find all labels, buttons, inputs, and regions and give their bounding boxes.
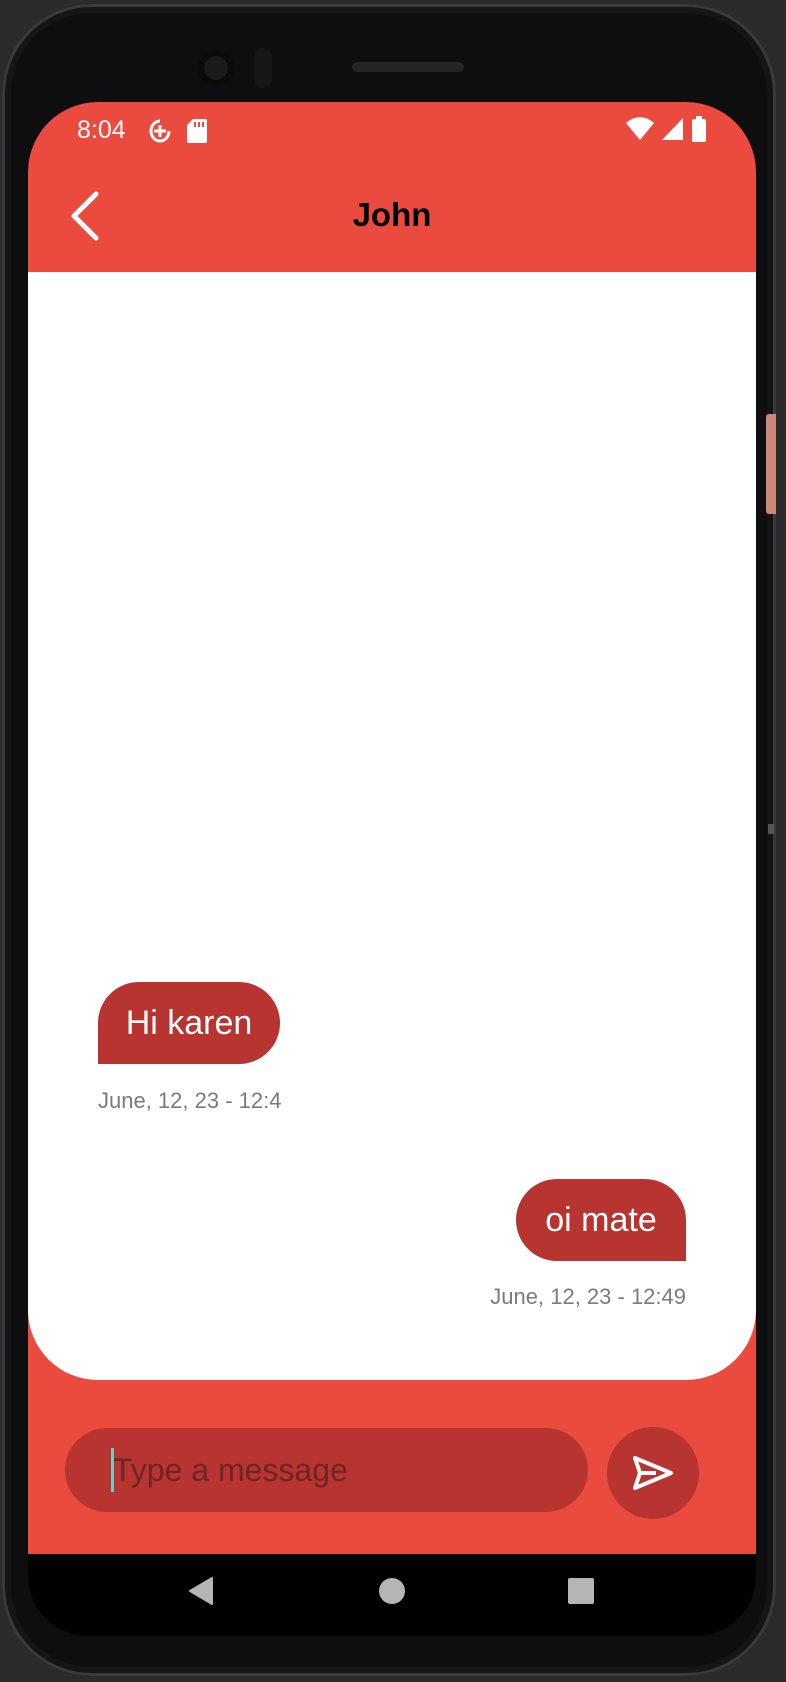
chat-app: 8:04 John Hi karen June, 12, 23 - 12:4 o… bbox=[28, 102, 756, 1554]
conversation-title: John bbox=[352, 196, 432, 233]
outgoing-message-bubble: oi mate bbox=[516, 1179, 686, 1261]
side-button bbox=[766, 414, 776, 514]
back-triangle-icon bbox=[189, 1577, 213, 1605]
screen: 8:04 John Hi karen June, 12, 23 - 12:4 o… bbox=[28, 102, 756, 1636]
cellular-signal-icon bbox=[662, 117, 684, 146]
incoming-message-timestamp: June, 12, 23 - 12:4 bbox=[98, 1088, 282, 1113]
system-nav-bar bbox=[28, 1554, 756, 1636]
nav-home-button[interactable] bbox=[378, 1576, 406, 1611]
nav-back-button[interactable] bbox=[188, 1576, 214, 1611]
text-cursor bbox=[111, 1448, 114, 1492]
incoming-message-bubble: Hi karen bbox=[98, 982, 280, 1064]
side-button-small bbox=[768, 824, 774, 834]
message-input-placeholder: Type a message bbox=[113, 1451, 348, 1488]
home-circle-icon bbox=[379, 1578, 405, 1604]
send-button[interactable] bbox=[607, 1427, 699, 1519]
nav-recents-button[interactable] bbox=[567, 1576, 595, 1611]
wifi-icon bbox=[626, 117, 654, 146]
outgoing-message-timestamp: June, 12, 23 - 12:49 bbox=[490, 1284, 686, 1309]
phone-frame: 8:04 John Hi karen June, 12, 23 - 12:4 o… bbox=[2, 4, 776, 1676]
message-input[interactable]: Type a message bbox=[65, 1428, 588, 1512]
send-icon bbox=[633, 1456, 673, 1490]
status-right-icons bbox=[626, 116, 706, 147]
recents-square-icon bbox=[568, 1578, 594, 1604]
earpiece-speaker bbox=[352, 62, 464, 72]
message-list[interactable]: Hi karen June, 12, 23 - 12:4 oi mate Jun… bbox=[28, 272, 756, 1380]
proximity-sensor bbox=[254, 48, 272, 88]
app-bar: John bbox=[28, 160, 756, 272]
sd-card-icon bbox=[186, 118, 208, 149]
front-camera bbox=[198, 50, 234, 86]
battery-icon bbox=[692, 116, 706, 147]
status-bar: 8:04 bbox=[28, 102, 756, 160]
status-time: 8:04 bbox=[77, 116, 126, 144]
data-saver-icon bbox=[149, 118, 171, 149]
